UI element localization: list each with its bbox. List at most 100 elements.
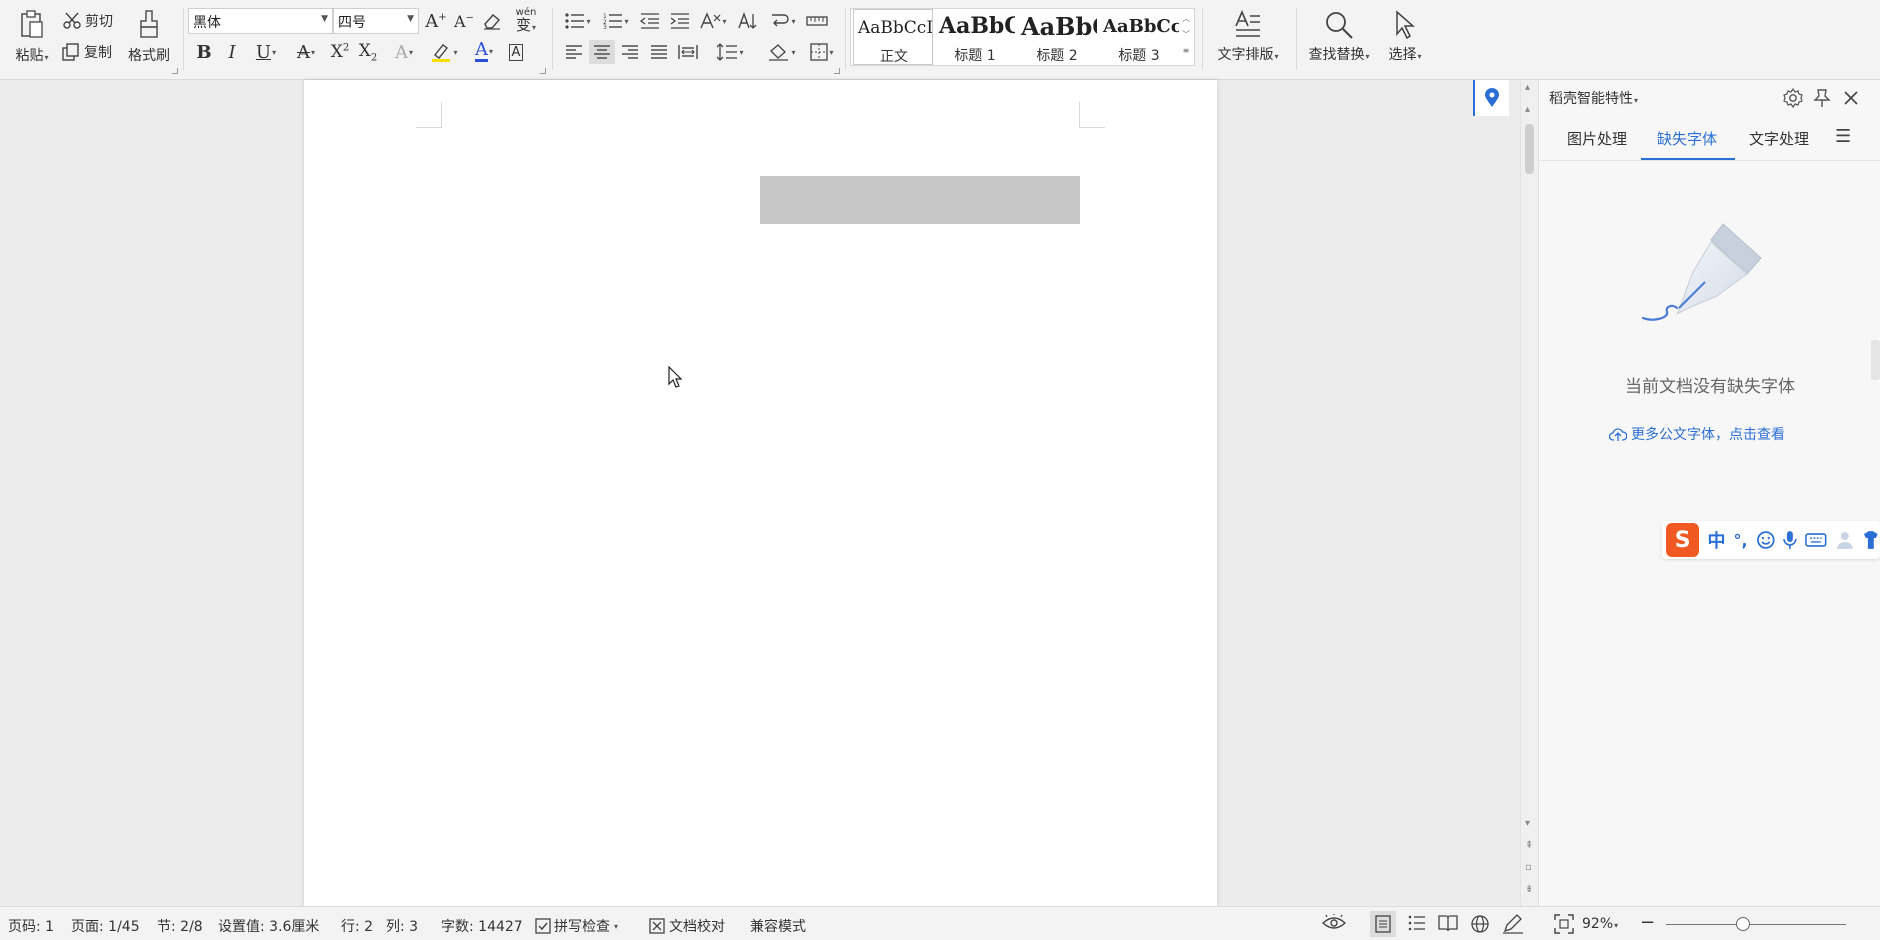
zoom-out-button[interactable]: − <box>1640 912 1655 933</box>
expand-icon[interactable]: ≡ <box>1180 43 1192 59</box>
outline-view-icon[interactable] <box>1408 914 1426 932</box>
shrink-font-button[interactable]: A− <box>452 9 476 33</box>
ruler-button[interactable] <box>804 9 830 33</box>
skin-icon[interactable] <box>1862 530 1880 550</box>
microphone-icon[interactable] <box>1783 530 1797 550</box>
close-icon[interactable] <box>1843 90 1859 106</box>
tab-text-processing[interactable]: 文字处理 <box>1749 128 1809 149</box>
styles-scroll[interactable]: ︿ ﹀ ≡ <box>1180 11 1192 63</box>
panel-edge-handle[interactable] <box>1871 340 1880 380</box>
panel-menu-icon[interactable]: ☰ <box>1835 126 1851 147</box>
font-group-launcher[interactable] <box>540 68 546 74</box>
scroll-up-icon[interactable]: ▴ <box>1525 82 1530 93</box>
browse-object-icon[interactable]: ▫ <box>1525 862 1532 873</box>
char-border-button[interactable]: A <box>504 40 528 64</box>
next-page-icon[interactable]: ⇟ <box>1525 884 1533 895</box>
numbered-list-button[interactable]: 1 2 3 ▾ <box>600 9 632 33</box>
settings-icon[interactable] <box>1783 88 1803 108</box>
copy-button[interactable]: 复制 <box>62 41 112 63</box>
zoom-level-select[interactable]: 92%▾ <box>1582 916 1618 932</box>
more-fonts-link[interactable]: 更多公文字体，点击查看 <box>1609 424 1785 444</box>
scroll-down-icon[interactable]: ▾ <box>1525 818 1530 829</box>
ime-mode-toggle[interactable]: 中 <box>1707 527 1725 553</box>
line-spacing-button[interactable]: ▾ <box>712 40 748 64</box>
document-area[interactable] <box>0 80 1520 906</box>
justify-button[interactable] <box>647 40 671 64</box>
eye-protection-icon[interactable] <box>1322 914 1346 932</box>
scroll-top-icon[interactable]: ▴ <box>1525 104 1530 115</box>
emoji-icon[interactable] <box>1756 530 1776 550</box>
cut-button[interactable]: 剪切 <box>62 10 113 32</box>
pin-icon[interactable] <box>1813 88 1831 108</box>
style-heading-3[interactable]: AaBbCcl 标题 3 <box>1099 9 1179 65</box>
clipboard-group-launcher[interactable] <box>172 68 178 74</box>
style-heading-1[interactable]: AaBbC 标题 1 <box>935 9 1015 65</box>
text-layout-button[interactable]: 文字排版▾ <box>1206 6 1290 68</box>
increase-indent-button[interactable] <box>668 9 692 33</box>
zoom-slider-knob[interactable] <box>1736 917 1750 931</box>
user-icon[interactable] <box>1835 530 1855 550</box>
text-effect-button[interactable]: A ▾ <box>386 40 422 64</box>
zoom-slider-track[interactable] <box>1666 924 1846 925</box>
panel-title[interactable]: 稻壳智能特性▾ <box>1549 88 1638 108</box>
sort-button[interactable] <box>736 9 760 33</box>
status-page-code[interactable]: 页码: 1 <box>8 916 54 936</box>
status-column[interactable]: 列: 3 <box>386 916 418 936</box>
tab-image-processing[interactable]: 图片处理 <box>1567 128 1627 149</box>
distribute-button[interactable] <box>676 40 700 64</box>
paragraph-group-launcher[interactable] <box>834 68 840 74</box>
ime-punctuation-toggle[interactable]: °, <box>1733 531 1747 550</box>
subscript-button[interactable]: X2 <box>356 40 380 64</box>
paste-button[interactable]: 粘贴▾ <box>10 6 54 68</box>
doc-proofread-button[interactable]: 文档校对 <box>649 916 725 936</box>
style-normal[interactable]: AaBbCcI 正文 <box>853 9 933 65</box>
status-page[interactable]: 页面: 1/45 <box>71 916 140 936</box>
decrease-indent-button[interactable] <box>638 9 662 33</box>
align-center-button[interactable] <box>589 40 615 64</box>
grow-font-button[interactable]: A+ <box>424 9 448 33</box>
select-button[interactable]: 选择▾ <box>1382 6 1428 68</box>
shading-button[interactable]: ▾ <box>764 40 800 64</box>
paste-dropdown-icon[interactable]: ▾ <box>44 53 48 62</box>
font-color-button[interactable]: A ▾ <box>466 38 502 64</box>
highlight-button[interactable]: ▾ <box>426 40 462 64</box>
document-scrollbar[interactable]: ▴ ▴ ▾ ⇞ ▫ ⇟ <box>1520 80 1538 906</box>
find-replace-button[interactable]: 查找替换▾ <box>1302 6 1376 68</box>
format-painter-button[interactable]: 格式刷 <box>124 6 174 68</box>
underline-button[interactable]: U ▾ <box>248 40 284 64</box>
scrollbar-thumb[interactable] <box>1525 124 1534 174</box>
status-section[interactable]: 节: 2/8 <box>157 916 203 936</box>
clear-format-button[interactable] <box>480 9 504 33</box>
write-mode-icon[interactable] <box>1502 914 1524 934</box>
selected-text-block[interactable] <box>760 176 1080 224</box>
align-left-button[interactable] <box>562 40 586 64</box>
status-row[interactable]: 行: 2 <box>341 916 373 936</box>
font-size-select[interactable]: 四号 ▼ <box>333 8 419 34</box>
reading-view-icon[interactable] <box>1438 914 1458 932</box>
text-direction-button[interactable]: ▾ <box>696 9 730 33</box>
phonetic-guide-button[interactable]: wén 变▾ <box>508 7 544 34</box>
bold-button[interactable]: B <box>192 40 216 64</box>
borders-button[interactable]: ▾ <box>804 40 840 64</box>
tab-missing-fonts[interactable]: 缺失字体 <box>1657 128 1717 149</box>
document-page[interactable] <box>304 80 1217 906</box>
strikethrough-button[interactable]: A ▾ <box>288 40 324 64</box>
fit-page-icon[interactable] <box>1554 914 1574 934</box>
italic-button[interactable]: I <box>220 40 244 64</box>
superscript-button[interactable]: X2 <box>328 40 352 64</box>
spell-check-button[interactable]: 拼写检查 ▾ <box>535 916 618 936</box>
panel-pin-tab[interactable] <box>1473 80 1509 116</box>
prev-page-icon[interactable]: ⇞ <box>1525 840 1533 851</box>
align-right-button[interactable] <box>618 40 642 64</box>
ime-logo[interactable]: S <box>1666 523 1700 557</box>
font-family-select[interactable]: 黑体 ▼ <box>188 8 333 34</box>
chevron-down-icon[interactable]: ﹀ <box>1180 27 1192 43</box>
print-layout-view-button[interactable] <box>1370 911 1396 937</box>
keyboard-icon[interactable] <box>1805 532 1827 548</box>
web-layout-icon[interactable] <box>1470 914 1490 934</box>
paragraph-mark-button[interactable]: ▾ <box>766 9 800 33</box>
bullet-list-button[interactable]: ▾ <box>562 9 594 33</box>
chevron-up-icon[interactable]: ︿ <box>1180 11 1192 27</box>
style-heading-2[interactable]: AaBbC 标题 2 <box>1017 9 1097 65</box>
status-word-count[interactable]: 字数: 14427 <box>441 916 523 936</box>
